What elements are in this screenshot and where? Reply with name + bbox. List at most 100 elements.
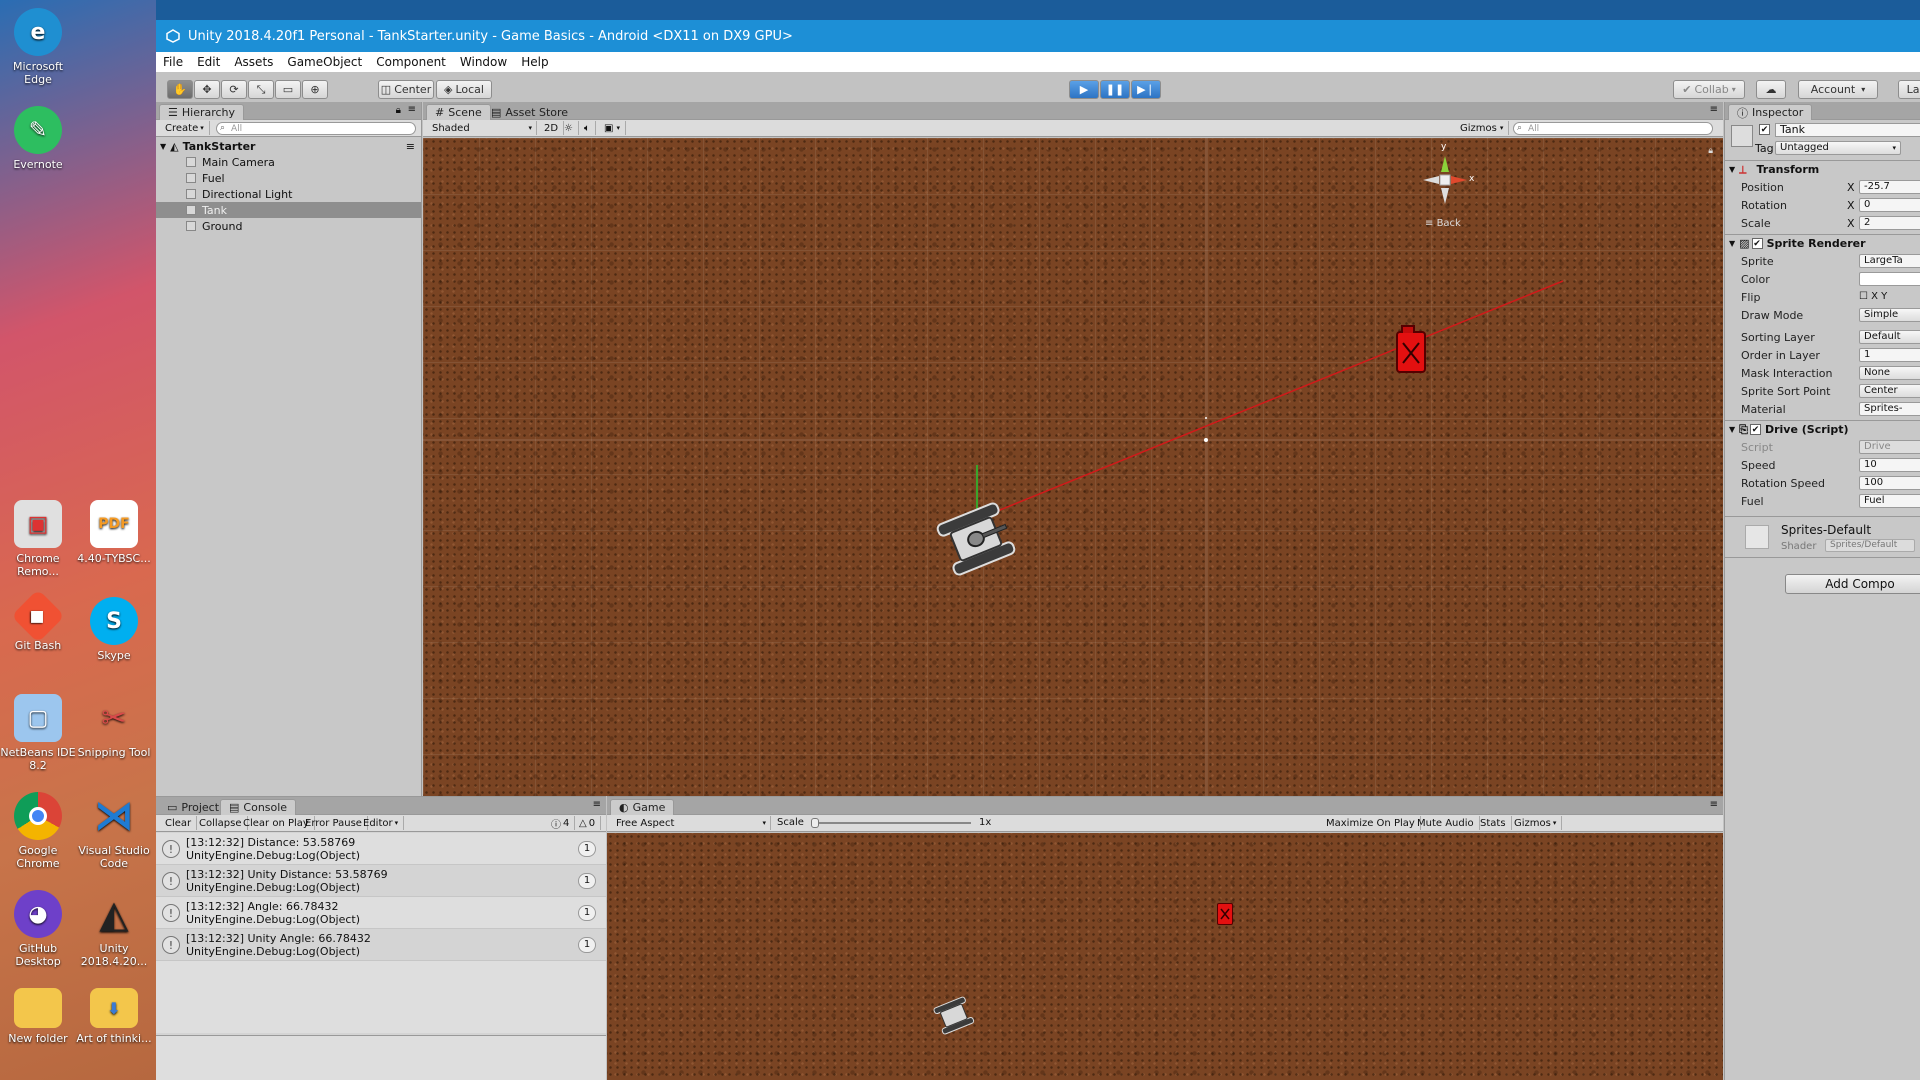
enabled-checkbox[interactable]: ✔ bbox=[1751, 238, 1763, 249]
game-viewport[interactable] bbox=[607, 833, 1723, 1080]
hierarchy-item-selected[interactable]: Tank bbox=[156, 202, 421, 218]
orientation-gizmo[interactable]: y x ≡ Back bbox=[1415, 142, 1475, 236]
sprite-renderer-header[interactable]: ▼ ▨ ✔ Sprite Renderer bbox=[1725, 234, 1920, 252]
object-name-input[interactable]: Tank bbox=[1775, 123, 1920, 137]
menu-icon[interactable]: ≡ bbox=[1710, 799, 1718, 810]
menu-icon[interactable]: ≡ bbox=[1710, 104, 1718, 115]
gizmos-dropdown[interactable]: Gizmos ▾ bbox=[1455, 121, 1510, 135]
log-entry[interactable]: ! [13:12:32] Angle: 66.78432 UnityEngine.… bbox=[156, 897, 606, 929]
stats-toggle[interactable]: Stats bbox=[1475, 816, 1512, 830]
desktop-icon-new-folder[interactable]: New folder bbox=[0, 988, 76, 1045]
menu-assets[interactable]: Assets bbox=[227, 55, 280, 69]
warning-count-toggle[interactable]: △ 0 bbox=[574, 816, 602, 830]
lighting-toggle[interactable]: ☼ bbox=[559, 121, 579, 135]
desktop-icon-snipping-tool[interactable]: ✂ Snipping Tool bbox=[76, 694, 152, 759]
hierarchy-search-input[interactable]: ⌕ All bbox=[216, 122, 416, 135]
tab-asset-store[interactable]: ▤ Asset Store bbox=[483, 104, 576, 120]
enabled-checkbox[interactable]: ✔ bbox=[1749, 424, 1761, 435]
add-component-button[interactable]: Add Compo bbox=[1785, 574, 1920, 594]
scale-slider[interactable] bbox=[811, 818, 971, 828]
active-checkbox[interactable]: ✔ bbox=[1759, 124, 1770, 135]
scale-slider-thumb[interactable] bbox=[811, 818, 819, 828]
order-in-layer-field[interactable]: 1 bbox=[1859, 348, 1920, 362]
desktop-icon-art-of-thinking[interactable]: ⬇ Art of thinki... bbox=[76, 988, 152, 1045]
shading-dropdown[interactable]: Shaded ▾ bbox=[427, 121, 537, 135]
tab-console[interactable]: ▤ Console bbox=[220, 799, 297, 815]
desktop-icon-netbeans[interactable]: ▢ NetBeans IDE 8.2 bbox=[0, 694, 76, 772]
speed-field[interactable]: 10 bbox=[1859, 458, 1920, 472]
step-button[interactable]: ▶❘ bbox=[1131, 80, 1161, 99]
hand-tool-button[interactable]: ✋ bbox=[167, 80, 193, 99]
fuel-sprite[interactable] bbox=[1396, 325, 1426, 373]
console-detail-area[interactable] bbox=[156, 1035, 606, 1080]
drive-script-header[interactable]: ▼ ⎘ ✔ Drive (Script) bbox=[1725, 420, 1920, 438]
hierarchy-item[interactable]: Directional Light bbox=[156, 186, 421, 202]
hierarchy-item[interactable]: Main Camera bbox=[156, 154, 421, 170]
menu-gameobject[interactable]: GameObject bbox=[280, 55, 369, 69]
tab-game[interactable]: ◐ Game bbox=[610, 799, 675, 815]
sprite-field[interactable]: LargeTa bbox=[1859, 254, 1920, 268]
sorting-layer-dropdown[interactable]: Default bbox=[1859, 330, 1920, 344]
scene-viewport[interactable]: y x ≡ Back 🔒︎ bbox=[423, 138, 1723, 796]
log-entry[interactable]: ! [13:12:32] Unity Distance: 53.58769 Uni… bbox=[156, 865, 606, 897]
rotate-tool-button[interactable]: ⟳ bbox=[221, 80, 247, 99]
color-swatch[interactable] bbox=[1859, 272, 1920, 286]
effects-dropdown[interactable]: ▣ ▾ bbox=[599, 121, 626, 135]
audio-toggle[interactable]: 🔈︎ bbox=[579, 121, 596, 135]
menu-help[interactable]: Help bbox=[514, 55, 555, 69]
menu-icon[interactable]: ≡ bbox=[406, 140, 415, 153]
cloud-button[interactable]: ☁ bbox=[1756, 80, 1786, 99]
desktop-icon-chrome-remote[interactable]: ▣ Chrome Remo... bbox=[0, 500, 76, 578]
account-button[interactable]: Account ▾ bbox=[1798, 80, 1878, 99]
hierarchy-item[interactable]: Ground bbox=[156, 218, 421, 234]
play-button[interactable]: ▶ bbox=[1069, 80, 1099, 99]
move-tool-button[interactable]: ✥ bbox=[194, 80, 220, 99]
lock-icon[interactable]: 🔒︎ bbox=[1708, 146, 1713, 156]
layers-button[interactable]: La bbox=[1898, 80, 1920, 99]
desktop-icon-git-bash[interactable]: ◆ Git Bash bbox=[0, 589, 76, 652]
menu-component[interactable]: Component bbox=[369, 55, 453, 69]
draw-mode-dropdown[interactable]: Simple bbox=[1859, 308, 1920, 322]
tab-project[interactable]: ▭ Project bbox=[159, 799, 227, 815]
material-field[interactable]: Sprites- bbox=[1859, 402, 1920, 416]
rotation-speed-field[interactable]: 100 bbox=[1859, 476, 1920, 490]
scene-search-input[interactable]: ⌕ All bbox=[1513, 122, 1713, 135]
log-entry[interactable]: ! [13:12:32] Distance: 53.58769 UnityEngi… bbox=[156, 833, 606, 865]
mute-audio-toggle[interactable]: Mute Audio bbox=[1412, 816, 1480, 830]
editor-dropdown[interactable]: Editor ▾ bbox=[358, 816, 405, 830]
menu-file[interactable]: File bbox=[156, 55, 190, 69]
rect-tool-button[interactable]: ▭ bbox=[275, 80, 301, 99]
game-gizmos-dropdown[interactable]: Gizmos ▾ bbox=[1509, 816, 1563, 830]
mask-interaction-dropdown[interactable]: None bbox=[1859, 366, 1920, 380]
tab-hierarchy[interactable]: ☰ Hierarchy bbox=[159, 104, 245, 120]
desktop-icon-vscode[interactable]: ⋊ Visual Studio Code bbox=[76, 792, 152, 871]
sprite-sort-point-dropdown[interactable]: Center bbox=[1859, 384, 1920, 398]
pause-button[interactable]: ❚❚ bbox=[1100, 80, 1130, 99]
tab-scene[interactable]: # Scene bbox=[426, 104, 491, 120]
menu-window[interactable]: Window bbox=[453, 55, 514, 69]
transform-header[interactable]: ▼ ⟂ Transform bbox=[1725, 160, 1920, 178]
desktop-icon-edge[interactable]: e Microsoft Edge bbox=[0, 8, 76, 86]
menu-icon[interactable]: ≡ bbox=[593, 799, 601, 810]
scene-root-row[interactable]: ▼ ◭ TankStarter ≡ bbox=[156, 138, 421, 154]
flip-toggles[interactable]: ☐ X Y bbox=[1859, 291, 1887, 302]
tab-inspector[interactable]: ⓘ Inspector bbox=[1728, 104, 1813, 120]
space-local-button[interactable]: ◈ Local bbox=[436, 80, 492, 99]
desktop-icon-evernote[interactable]: ✎ Evernote bbox=[0, 106, 76, 171]
lock-icon[interactable]: 🔒︎ bbox=[396, 105, 401, 116]
desktop-icon-chrome[interactable]: Google Chrome bbox=[0, 792, 76, 870]
scale-x-field[interactable]: 2 bbox=[1859, 216, 1920, 230]
desktop-icon-skype[interactable]: S Skype bbox=[76, 597, 152, 662]
desktop-icon-pdf[interactable]: PDF 4.40-TYBSC... bbox=[76, 500, 152, 565]
tag-dropdown[interactable]: Untagged ▾ bbox=[1775, 141, 1901, 155]
menu-edit[interactable]: Edit bbox=[190, 55, 227, 69]
hierarchy-item[interactable]: Fuel bbox=[156, 170, 421, 186]
aspect-dropdown[interactable]: Free Aspect ▾ bbox=[611, 816, 771, 830]
desktop-icon-github[interactable]: ◕ GitHub Desktop bbox=[0, 890, 76, 968]
info-count-toggle[interactable]: ⓘ 4 bbox=[546, 816, 576, 831]
rotation-x-field[interactable]: 0 bbox=[1859, 198, 1920, 212]
position-x-field[interactable]: -25.7 bbox=[1859, 180, 1920, 194]
desktop-icon-unity[interactable]: ◭ Unity 2018.4.20... bbox=[76, 890, 152, 969]
collab-button[interactable]: ✔ Collab ▾ bbox=[1673, 80, 1745, 99]
scale-tool-button[interactable]: ⤡ bbox=[248, 80, 274, 99]
